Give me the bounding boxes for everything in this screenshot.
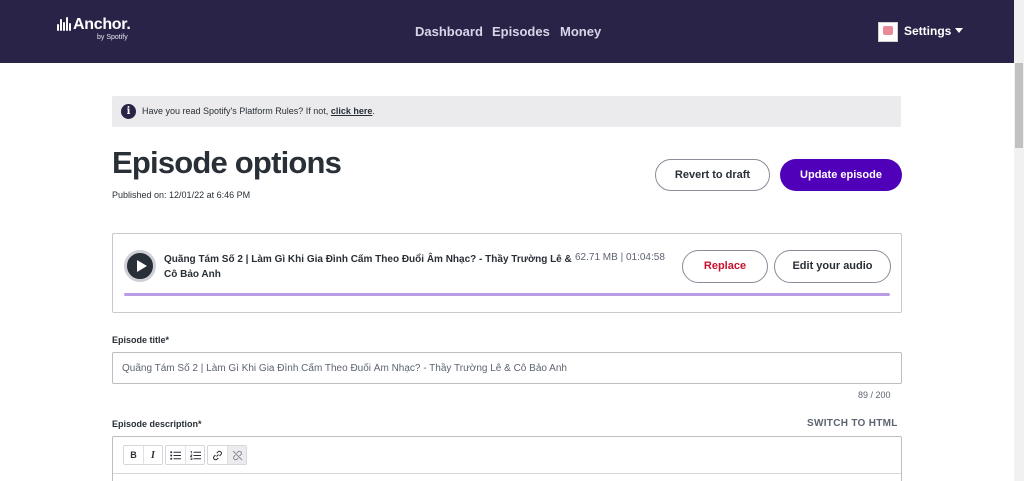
link-format-group [207, 445, 247, 465]
bullet-list-icon[interactable] [166, 446, 185, 464]
settings-menu-button[interactable]: Settings [904, 24, 964, 38]
description-editor[interactable]: B I [112, 436, 902, 481]
info-icon: i [121, 104, 136, 119]
page-title: Episode options [112, 145, 342, 180]
platform-rules-notice: i Have you read Spotify's Platform Rules… [112, 96, 901, 127]
unlink-icon[interactable] [227, 446, 246, 464]
avatar[interactable] [878, 22, 898, 42]
chevron-down-icon [955, 28, 964, 33]
audio-file-info: 62.71 MB | 01:04:58 [575, 252, 665, 263]
episode-title-label: Episode title* [112, 335, 170, 345]
replace-audio-button[interactable]: Replace [682, 250, 768, 283]
notice-text: Have you read Spotify's Platform Rules? … [142, 106, 375, 116]
title-character-counter: 89 / 200 [858, 390, 891, 400]
published-date: Published on: 12/01/22 at 6:46 PM [112, 190, 251, 200]
update-episode-button[interactable]: Update episode [780, 159, 902, 191]
italic-button[interactable]: I [143, 446, 162, 464]
page-scrollbar[interactable] [1014, 0, 1024, 481]
notice-period: . [372, 106, 375, 116]
nav-episodes[interactable]: Episodes [492, 24, 550, 39]
scrollbar-thumb[interactable] [1015, 63, 1023, 148]
top-navigation-bar: Anchor. by Spotify Dashboard Episodes Mo… [0, 0, 1014, 63]
logo-text: Anchor. [73, 16, 131, 33]
nav-dashboard[interactable]: Dashboard [415, 24, 483, 39]
link-icon[interactable] [208, 446, 227, 464]
bold-button[interactable]: B [124, 446, 143, 464]
switch-to-html-button[interactable]: SWITCH TO HTML [807, 418, 898, 429]
notice-message: Have you read Spotify's Platform Rules? … [142, 106, 329, 116]
episode-description-label: Episode description* [112, 419, 202, 429]
settings-label: Settings [904, 24, 952, 38]
anchor-logo-icon [57, 17, 71, 31]
list-format-group [165, 445, 205, 465]
logo-subtitle: by Spotify [97, 34, 128, 41]
numbered-list-icon[interactable] [185, 446, 204, 464]
revert-to-draft-button[interactable]: Revert to draft [655, 159, 770, 191]
editor-toolbar: B I [113, 437, 901, 474]
text-format-group: B I [123, 445, 163, 465]
edit-audio-button[interactable]: Edit your audio [774, 250, 891, 283]
episode-title-input[interactable] [112, 352, 902, 384]
audio-title: Quãng Tám Số 2 | Làm Gì Khi Gia Đình Cấm… [164, 254, 572, 280]
platform-rules-link[interactable]: click here [331, 106, 373, 116]
audio-progress-bar[interactable] [124, 293, 890, 296]
audio-card: Quãng Tám Số 2 | Làm Gì Khi Gia Đình Cấm… [112, 233, 902, 313]
play-icon[interactable] [124, 250, 156, 282]
nav-money[interactable]: Money [560, 24, 601, 39]
